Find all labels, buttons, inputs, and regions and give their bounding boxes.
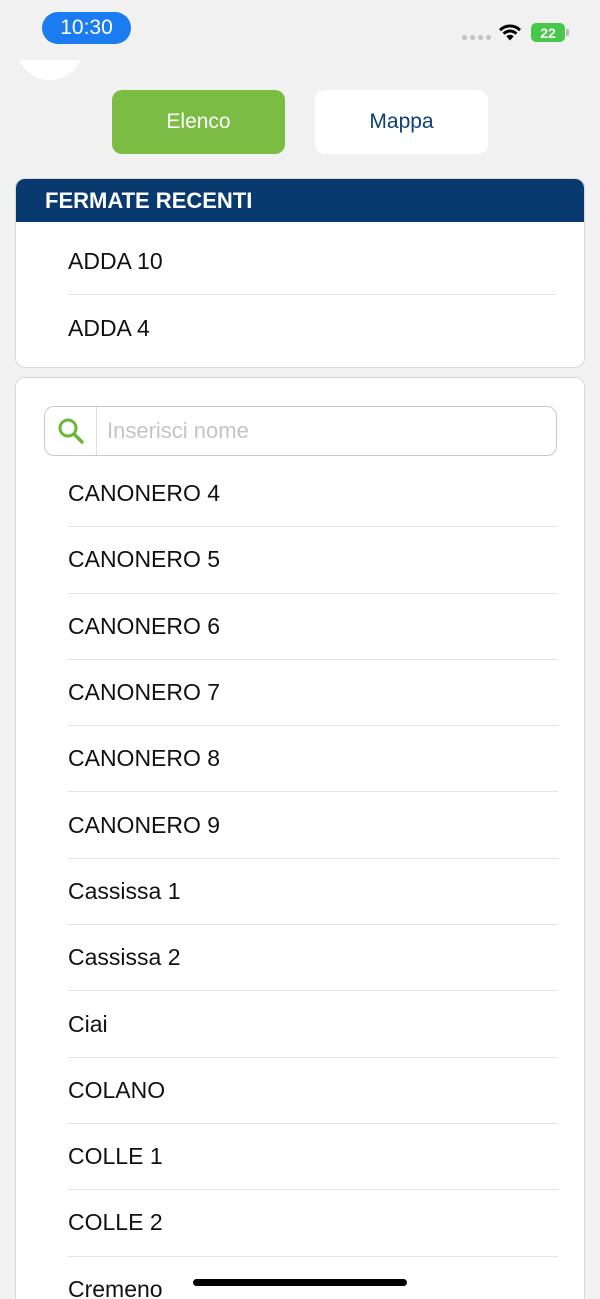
status-time[interactable]: 10:30 bbox=[42, 12, 131, 44]
list-view-button[interactable]: Elenco bbox=[112, 90, 285, 154]
recent-stops-card: FERMATE RECENTI ADDA 10 ADDA 4 bbox=[15, 178, 585, 368]
list-item[interactable]: Cassissa 1 bbox=[68, 859, 558, 926]
search-icon bbox=[45, 407, 97, 455]
battery-icon: 22 bbox=[531, 23, 569, 42]
recent-stops-list[interactable]: ADDA 10 ADDA 4 bbox=[16, 229, 584, 361]
wifi-icon bbox=[499, 24, 521, 41]
list-item[interactable]: ADDA 4 bbox=[68, 295, 556, 361]
list-item[interactable]: COLLE 1 bbox=[68, 1124, 558, 1191]
map-view-button[interactable]: Mappa bbox=[315, 90, 488, 154]
stops-card: CANONERO 4 CANONERO 5 CANONERO 6 CANONER… bbox=[15, 377, 585, 1299]
status-bar: 10:30 22 bbox=[0, 0, 600, 56]
search-bar[interactable] bbox=[44, 406, 557, 456]
list-item[interactable]: CANONERO 7 bbox=[68, 660, 558, 727]
list-item[interactable]: CANONERO 6 bbox=[68, 594, 558, 660]
list-item[interactable]: Cassissa 2 bbox=[68, 925, 558, 992]
list-item[interactable]: ADDA 10 bbox=[68, 229, 556, 295]
list-item[interactable]: CANONERO 8 bbox=[68, 726, 558, 793]
list-item[interactable]: CANONERO 9 bbox=[68, 792, 558, 859]
list-item[interactable]: COLANO bbox=[68, 1058, 558, 1124]
signal-dots-icon bbox=[462, 35, 491, 40]
list-item[interactable]: CANONERO 4 bbox=[68, 461, 558, 528]
home-indicator[interactable] bbox=[193, 1279, 407, 1286]
list-item[interactable]: CANONERO 5 bbox=[68, 527, 558, 594]
list-item[interactable]: COLLE 2 bbox=[68, 1190, 558, 1257]
list-item[interactable]: Cremeno bbox=[68, 1257, 558, 1299]
list-item[interactable]: Ciai bbox=[68, 991, 558, 1058]
stops-list[interactable]: CANONERO 4 CANONERO 5 CANONERO 6 CANONER… bbox=[16, 461, 584, 1299]
screen: 10:30 22 Elenco Mappa FERMATE RECENTI AD… bbox=[0, 0, 600, 1299]
battery-level: 22 bbox=[531, 23, 565, 42]
recent-stops-title: FERMATE RECENTI bbox=[16, 179, 584, 222]
search-input[interactable] bbox=[97, 407, 556, 455]
